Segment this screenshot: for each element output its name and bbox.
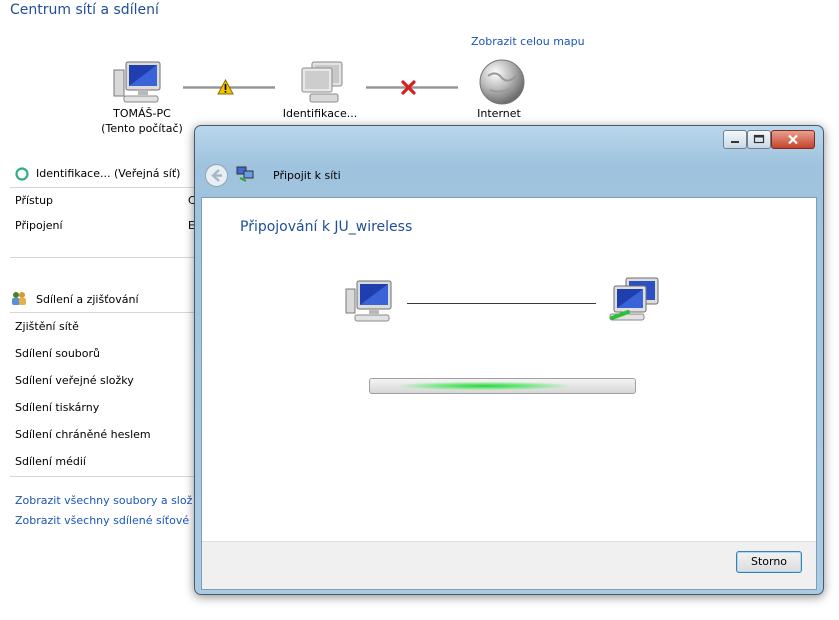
page-title: Centrum sítí a sdílení (10, 2, 159, 18)
back-arrow-icon (205, 164, 228, 187)
dialog-heading: Připojování k JU_wireless (240, 219, 413, 235)
divider (10, 312, 194, 313)
sharing-item[interactable]: Sdílení tiskárny (15, 401, 99, 414)
disconnected-x-icon[interactable] (400, 79, 417, 96)
minimize-icon (731, 141, 739, 143)
maximize-button[interactable] (747, 130, 771, 149)
close-button[interactable] (771, 130, 815, 149)
computer-sublabel: (Tento počítač) (101, 122, 183, 135)
computer-icon (344, 279, 394, 325)
network-computers-icon (606, 276, 662, 326)
dialog-title: Připojit k síti (273, 169, 341, 182)
network-name: Identifikace... (Veřejná síť) (36, 167, 181, 180)
connect-dialog[interactable]: Připojit k síti Připojování k JU_wireles… (194, 125, 824, 595)
network-icon[interactable] (296, 60, 350, 106)
minimize-button[interactable] (723, 130, 747, 149)
network-status-icon (15, 167, 29, 181)
divider (10, 476, 194, 477)
divider (10, 187, 194, 188)
connection-progress-bar (369, 378, 636, 394)
cancel-button[interactable]: Storno (736, 551, 802, 573)
connection-line (407, 303, 596, 304)
dialog-footer: Storno (202, 541, 816, 589)
divider (10, 257, 194, 258)
connect-network-icon (236, 165, 254, 183)
view-full-map-link[interactable]: Zobrazit celou mapu (471, 35, 585, 48)
globe-icon[interactable] (478, 58, 526, 106)
computer-label: TOMÁŠ-PC (113, 107, 171, 120)
sharing-item[interactable]: Sdílení souborů (15, 347, 100, 360)
dialog-content: Připojování k JU_wireless Storno (201, 197, 817, 590)
network-label: Identifikace... (282, 107, 358, 120)
sharing-icon (11, 290, 27, 306)
sharing-item[interactable]: Zjištění sítě (15, 320, 79, 333)
show-all-files-link[interactable]: Zobrazit všechny soubory a složky (15, 494, 193, 507)
close-icon (788, 134, 798, 145)
sharing-item[interactable]: Sdílení médií (15, 455, 86, 468)
back-button[interactable] (204, 163, 229, 188)
maximize-icon (753, 134, 765, 144)
progress-glow (399, 382, 569, 390)
sharing-title: Sdílení a zjišťování (36, 293, 139, 306)
computer-icon[interactable] (112, 60, 164, 106)
internet-label: Internet (477, 107, 521, 120)
show-all-shared-link[interactable]: Zobrazit všechny sdílené síťové slo (15, 514, 193, 527)
sharing-item[interactable]: Sdílení veřejné složky (15, 374, 134, 387)
sharing-item[interactable]: Sdílení chráněné heslem (15, 428, 151, 441)
connection-label: Připojení (15, 219, 63, 232)
access-label: Přístup (15, 194, 54, 207)
warning-icon[interactable] (217, 78, 234, 95)
